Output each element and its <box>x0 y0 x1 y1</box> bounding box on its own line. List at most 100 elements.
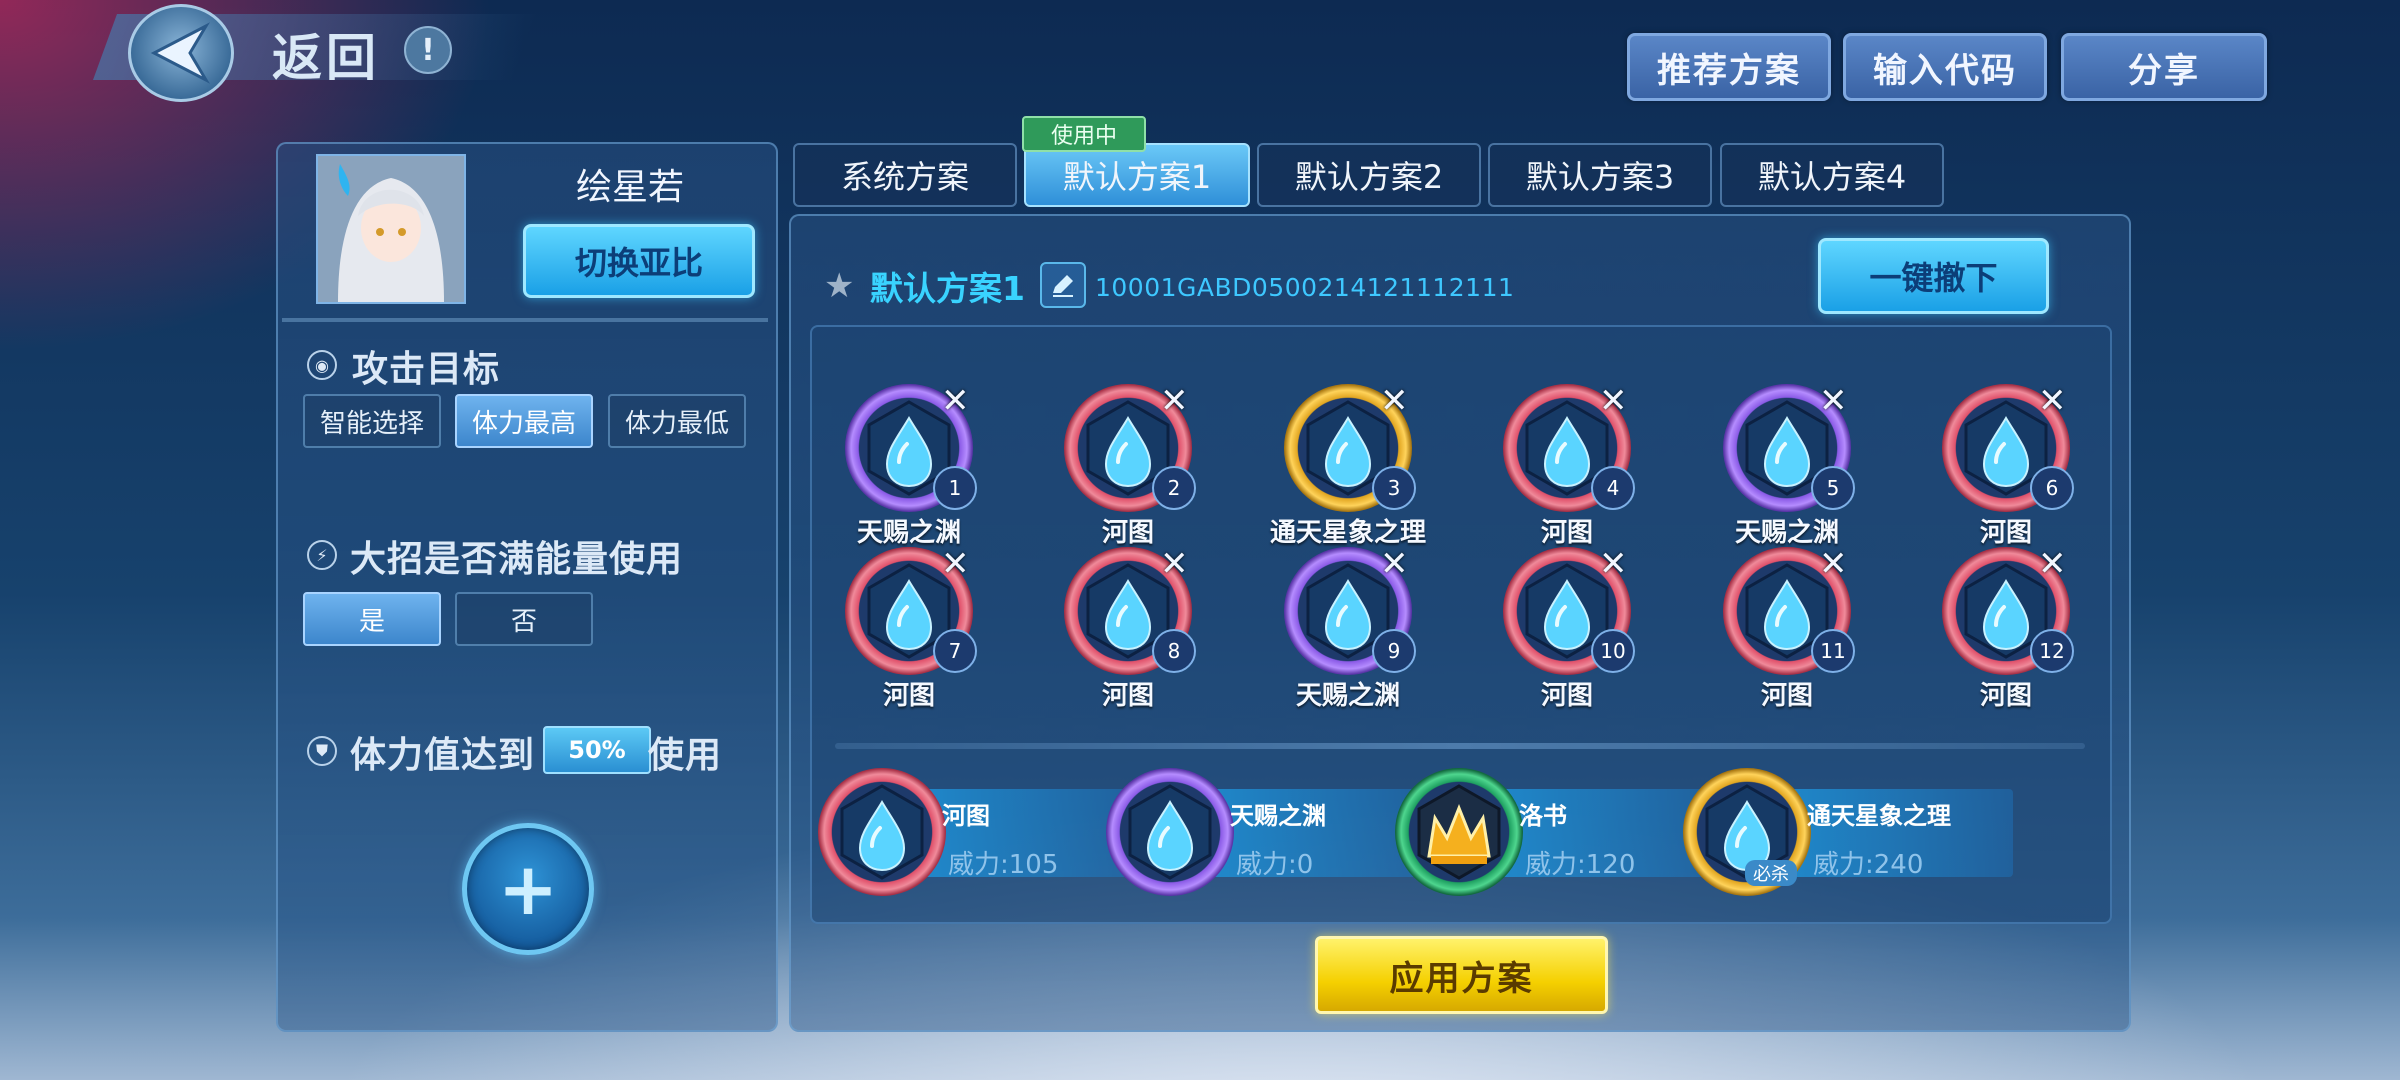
info-icon[interactable]: ! <box>404 26 452 74</box>
slot-label: 河图 <box>1540 681 1593 711</box>
crown-icon <box>1417 784 1501 880</box>
remove-slot-icon[interactable]: ✕ <box>1599 384 1628 418</box>
skill-slot[interactable]: ✕ 9 天赐之渊 <box>1284 547 1420 717</box>
lightning-icon: ⚡ <box>307 540 337 570</box>
skill-card-power: 威力:120 <box>1525 850 1636 880</box>
remove-slot-icon[interactable]: ✕ <box>1160 547 1189 581</box>
remove-slot-icon[interactable]: ✕ <box>2038 384 2067 418</box>
slot-number: 7 <box>933 629 977 673</box>
back-button[interactable] <box>128 4 234 102</box>
slot-number: 9 <box>1372 629 1416 673</box>
option-lowest-hp[interactable]: 体力最低 <box>608 394 746 448</box>
skill-slot[interactable]: ✕ 2 河图 <box>1064 384 1200 554</box>
slot-number: 11 <box>1811 629 1855 673</box>
skill-slot[interactable]: ✕ 10 河图 <box>1503 547 1639 717</box>
tab-system-scheme[interactable]: 系统方案 <box>793 143 1017 207</box>
remove-slot-icon[interactable]: ✕ <box>1819 547 1848 581</box>
available-skill-icon[interactable] <box>1395 768 1523 896</box>
remove-slot-icon[interactable]: ✕ <box>1160 384 1189 418</box>
option-smart-select[interactable]: 智能选择 <box>303 394 441 448</box>
slot-label: 通天星象之理 <box>1269 518 1426 548</box>
pencil-icon <box>1053 275 1073 297</box>
tab-default-scheme-3[interactable]: 默认方案3 <box>1488 143 1712 207</box>
in-use-badge: 使用中 <box>1022 116 1146 152</box>
remove-slot-icon[interactable]: ✕ <box>1380 547 1409 581</box>
share-button[interactable]: 分享 <box>2061 33 2267 101</box>
skill-card-name: 通天星象之理 <box>1807 802 1951 830</box>
edit-icon[interactable] <box>1040 262 1086 308</box>
ultimate-badge: 必杀 <box>1745 860 1797 886</box>
option-no[interactable]: 否 <box>455 592 593 646</box>
skill-slot[interactable]: ✕ 6 河图 <box>1942 384 2078 554</box>
skill-slot[interactable]: ✕ 4 河图 <box>1503 384 1639 554</box>
skill-card-power: 威力:105 <box>948 850 1059 880</box>
remove-slot-icon[interactable]: ✕ <box>1380 384 1409 418</box>
skill-slot[interactable]: ✕ 7 河图 <box>845 547 981 717</box>
available-skill-icon[interactable] <box>1106 768 1234 896</box>
slot-number: 3 <box>1372 466 1416 510</box>
remove-all-button[interactable]: 一键撤下 <box>1818 238 2049 314</box>
slot-label: 河图 <box>1760 681 1813 711</box>
scheme-code: 10001GABD0500214121112111 <box>1095 273 1515 302</box>
slot-label: 河图 <box>1979 681 2032 711</box>
slot-number: 5 <box>1811 466 1855 510</box>
ultimate-title: 大招是否满能量使用 <box>350 539 684 580</box>
option-highest-hp[interactable]: 体力最高 <box>455 394 593 448</box>
water-drop-icon <box>1128 784 1212 880</box>
shield-icon: ⛊ <box>307 736 337 766</box>
slot-label: 天赐之渊 <box>856 518 961 548</box>
skill-slot[interactable]: ✕ 3 通天星象之理 <box>1270 384 1426 554</box>
remove-slot-icon[interactable]: ✕ <box>941 384 970 418</box>
character-portrait-image <box>318 156 464 302</box>
remove-slot-icon[interactable]: ✕ <box>2038 547 2067 581</box>
available-skill-icon[interactable] <box>818 768 946 896</box>
skill-slot[interactable]: ✕ 11 河图 <box>1723 547 1859 717</box>
skill-slot[interactable]: ✕ 5 天赐之渊 <box>1723 384 1859 554</box>
scheme-name: 默认方案1 <box>870 269 1025 308</box>
skill-card-power: 威力:240 <box>1813 850 1924 880</box>
slot-number: 2 <box>1152 466 1196 510</box>
slot-label: 天赐之渊 <box>1295 681 1400 711</box>
hp-threshold-field[interactable]: 50% <box>543 726 651 774</box>
panel-divider <box>282 318 768 322</box>
apply-scheme-button[interactable]: 应用方案 <box>1315 936 1608 1014</box>
skill-slot[interactable]: ✕ 1 天赐之渊 <box>845 384 981 554</box>
slot-number: 6 <box>2030 466 2074 510</box>
remove-slot-icon[interactable]: ✕ <box>1819 384 1848 418</box>
slot-number: 1 <box>933 466 977 510</box>
slot-label: 河图 <box>1101 518 1154 548</box>
hp-threshold-suffix: 使用 <box>648 735 723 776</box>
slot-number: 8 <box>1152 629 1196 673</box>
back-label[interactable]: 返回 <box>272 18 380 90</box>
input-code-button[interactable]: 输入代码 <box>1843 33 2047 101</box>
skill-card-name: 洛书 <box>1519 802 1567 830</box>
slot-label: 河图 <box>1540 518 1593 548</box>
slot-label: 河图 <box>1101 681 1154 711</box>
slot-label: 河图 <box>1979 518 2032 548</box>
option-yes[interactable]: 是 <box>303 592 441 646</box>
recommend-scheme-button[interactable]: 推荐方案 <box>1627 33 1831 101</box>
slot-label: 天赐之渊 <box>1734 518 1839 548</box>
tab-default-scheme-1[interactable]: 默认方案1 <box>1024 143 1250 207</box>
skill-slot[interactable]: ✕ 12 河图 <box>1942 547 2078 717</box>
character-name: 绘星若 <box>575 167 684 208</box>
water-drop-icon <box>840 784 924 880</box>
tab-default-scheme-2[interactable]: 默认方案2 <box>1257 143 1481 207</box>
attack-target-title: 攻击目标 <box>352 349 501 390</box>
skill-slot[interactable]: ✕ 8 河图 <box>1064 547 1200 717</box>
skill-card-power: 威力:0 <box>1236 850 1314 880</box>
skills-divider <box>835 743 2085 749</box>
tab-default-scheme-4[interactable]: 默认方案4 <box>1720 143 1944 207</box>
slot-number: 12 <box>2030 629 2074 673</box>
star-icon[interactable]: ★ <box>824 266 854 306</box>
remove-slot-icon[interactable]: ✕ <box>941 547 970 581</box>
slot-number: 4 <box>1591 466 1635 510</box>
skill-card-name: 天赐之渊 <box>1230 802 1326 830</box>
character-avatar[interactable] <box>316 154 466 304</box>
switch-pet-button[interactable]: 切换亚比 <box>523 224 755 298</box>
target-icon: ◉ <box>307 350 337 380</box>
hp-threshold-prefix: 体力值达到 <box>350 735 536 776</box>
skill-card-name: 河图 <box>942 802 990 830</box>
remove-slot-icon[interactable]: ✕ <box>1599 547 1628 581</box>
add-button[interactable]: + <box>462 823 594 955</box>
